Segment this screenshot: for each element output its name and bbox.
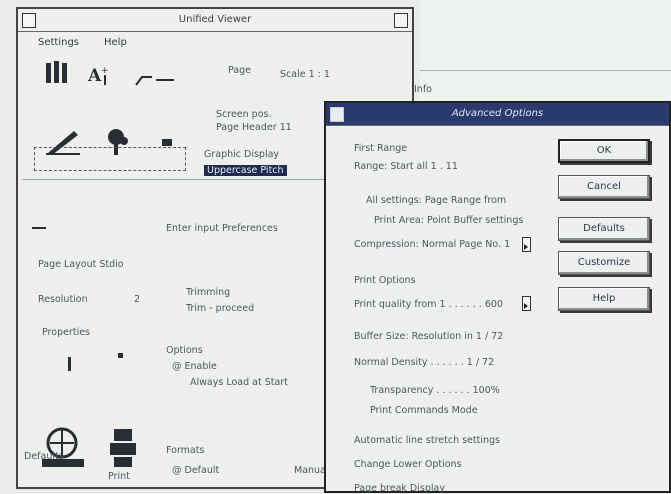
list-item-selected[interactable]: Uppercase Pitch — [204, 165, 287, 176]
background-divider — [420, 70, 671, 71]
print-commands-option[interactable]: Print Commands Mode — [370, 405, 478, 416]
print-quality-spinner[interactable] — [522, 296, 531, 311]
title-sysmenu-box[interactable] — [22, 13, 36, 28]
list-item[interactable]: Page Header 11 — [216, 122, 292, 133]
properties-label: Properties — [42, 327, 91, 338]
track-value: Enter input Preferences — [166, 223, 278, 234]
first-range-label: First Range — [354, 143, 408, 154]
pointer-icon — [68, 353, 128, 380]
compression-spinner[interactable] — [522, 237, 531, 252]
resolution-number: 2 — [134, 294, 141, 305]
resolution-label: Resolution — [38, 294, 88, 305]
advanced-options-dialog: Advanced Options OK Cancel Defaults Cust… — [324, 101, 671, 494]
ok-button[interactable]: OK — [558, 139, 650, 163]
load-at-start-option[interactable]: Always Load at Start — [190, 377, 288, 388]
menu-settings[interactable]: Settings — [38, 37, 79, 48]
background-panel — [420, 0, 671, 100]
options-label: Options — [166, 345, 203, 356]
cancel-button[interactable]: Cancel — [558, 175, 650, 199]
toolbar-label-scale: Scale 1 : 1 — [280, 69, 330, 80]
normal-density-field[interactable]: Normal Density . . . . . . 1 / 72 — [354, 357, 494, 368]
printer-icon[interactable] — [108, 427, 138, 474]
defaults-globe-icon[interactable] — [42, 425, 86, 472]
svg-text:+: + — [101, 66, 109, 76]
layout-label: Page Layout Stdio — [38, 259, 124, 270]
buffer-size-field[interactable]: Buffer Size: Resolution in 1 / 72 — [354, 331, 503, 342]
customize-button[interactable]: Customize — [558, 251, 650, 275]
columns-icon[interactable] — [44, 59, 74, 88]
dialog-title: Advanced Options — [326, 103, 669, 126]
page-range-option[interactable]: All settings: Page Range from — [366, 195, 506, 206]
list-item[interactable]: Screen pos. — [216, 109, 272, 120]
svg-text:A: A — [88, 66, 102, 86]
enable-radio[interactable]: @ Enable — [172, 361, 217, 372]
toolbar-label-page: Page — [228, 65, 251, 76]
print-options-label: Print Options — [354, 275, 416, 286]
trimming-value: Trim - proceed — [186, 303, 255, 314]
transparency-field[interactable]: Transparency . . . . . . 100% — [370, 385, 500, 396]
trimming-label: Trimming — [186, 287, 231, 298]
ruler-icon[interactable] — [134, 65, 178, 90]
page-break-option[interactable]: Page break Display — [354, 483, 445, 494]
font-size-icon[interactable]: A + — [87, 61, 118, 90]
title-resize-box[interactable] — [394, 13, 408, 28]
compression-field[interactable]: Compression: Normal Page No. 1 — [354, 239, 510, 250]
lower-options-option[interactable]: Change Lower Options — [354, 459, 462, 470]
help-button[interactable]: Help — [558, 287, 650, 311]
list-item[interactable]: Graphic Display — [204, 149, 279, 160]
print-quality-field[interactable]: Print quality from 1 . . . . . . 600 — [354, 299, 503, 310]
main-window-title: Unified Viewer — [18, 9, 412, 32]
background-info-text: Info — [414, 84, 432, 95]
default-radio[interactable]: @ Default — [172, 465, 219, 476]
tool-group-frame — [34, 147, 186, 171]
dialog-sysmenu-box[interactable] — [330, 107, 344, 122]
formats-label: Formats — [166, 445, 205, 456]
row-marker — [32, 227, 46, 229]
line-stretch-option[interactable]: Automatic line stretch settings — [354, 435, 500, 446]
menu-help[interactable]: Help — [104, 37, 127, 48]
print-area-option[interactable]: Print Area: Point Buffer settings — [374, 215, 523, 226]
print-icon-label: Print — [108, 471, 130, 482]
range-start-field[interactable]: Range: Start all 1 . 11 — [354, 161, 458, 172]
defaults-button[interactable]: Defaults — [558, 217, 650, 241]
defaults-icon-label: Defaults — [24, 451, 64, 462]
